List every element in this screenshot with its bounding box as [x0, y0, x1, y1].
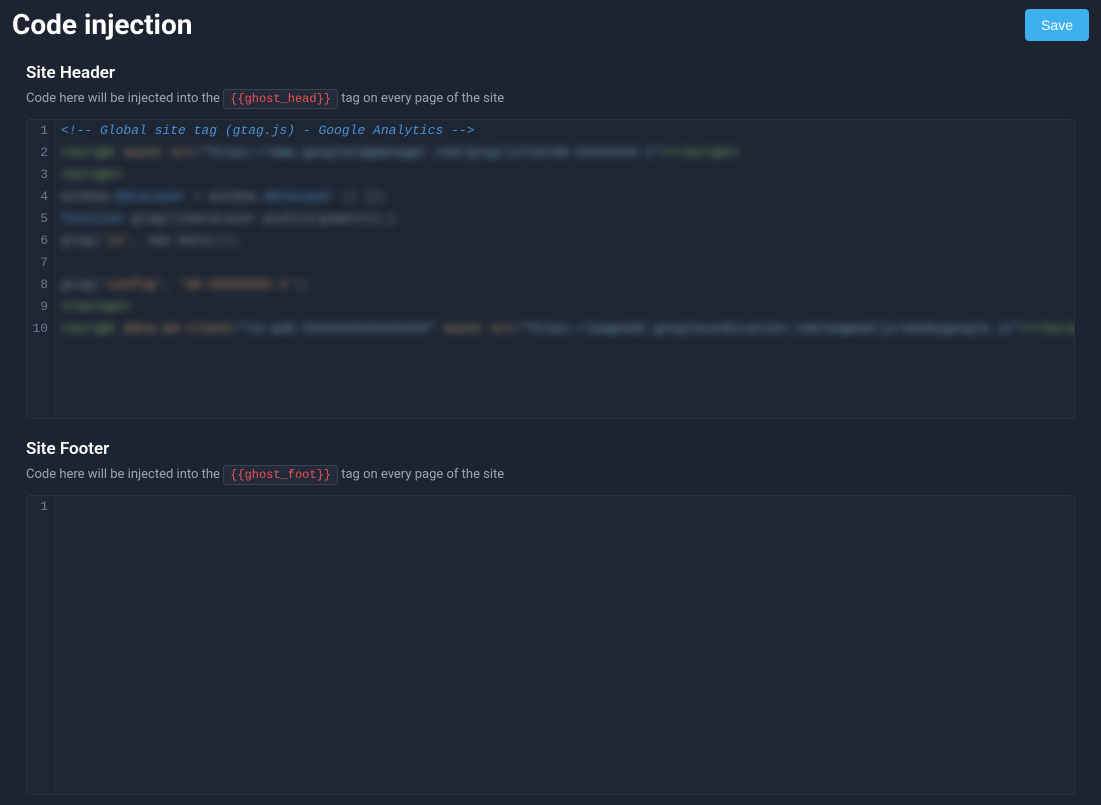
code-content[interactable]: gtag('config', 'UA-XXXXXXXX-1');	[55, 274, 1074, 296]
line-number: 4	[27, 186, 55, 208]
code-line[interactable]: 6 gtag('js', new Date());	[27, 230, 1074, 252]
site-footer-section: Site Footer Code here will be injected i…	[0, 425, 1101, 801]
code-line[interactable]: 2<script async src="https://www.googleta…	[27, 142, 1074, 164]
site-footer-code-editor[interactable]: 1	[26, 495, 1075, 795]
code-content[interactable]: function gtag(){dataLayer.push(arguments…	[55, 208, 1074, 230]
site-header-code-editor[interactable]: 1<!-- Global site tag (gtag.js) - Google…	[26, 119, 1075, 419]
code-injection-page: Code injection Save Site Header Code her…	[0, 0, 1101, 801]
code-content[interactable]: <script async src="https://www.googletag…	[55, 142, 1074, 164]
desc-text-after: tag on every page of the site	[338, 467, 504, 482]
site-footer-title: Site Footer	[26, 439, 1075, 459]
code-content[interactable]: window.dataLayer = window.dataLayer || […	[55, 186, 1074, 208]
code-line[interactable]: 5 function gtag(){dataLayer.push(argumen…	[27, 208, 1074, 230]
code-content[interactable]: </script>	[55, 296, 1074, 318]
code-content[interactable]: <!-- Global site tag (gtag.js) - Google …	[55, 120, 1074, 142]
code-line[interactable]: 8 gtag('config', 'UA-XXXXXXXX-1');	[27, 274, 1074, 296]
code-line[interactable]: 4 window.dataLayer = window.dataLayer ||…	[27, 186, 1074, 208]
desc-text-before: Code here will be injected into the	[26, 91, 223, 106]
page-title: Code injection	[12, 8, 192, 41]
code-content[interactable]: <script>	[55, 164, 1074, 186]
code-line[interactable]: 9</script>	[27, 296, 1074, 318]
code-content[interactable]	[55, 252, 1074, 274]
line-number: 8	[27, 274, 55, 296]
desc-text-after: tag on every page of the site	[338, 91, 504, 106]
line-number: 10	[27, 318, 55, 340]
line-number: 2	[27, 142, 55, 164]
code-line[interactable]: 1	[27, 496, 1074, 518]
code-content[interactable]	[55, 496, 1074, 518]
site-header-title: Site Header	[26, 63, 1075, 83]
code-line[interactable]: 10<script data-ad-client="ca-pub-XXXXXXX…	[27, 318, 1074, 340]
code-line[interactable]: 3<script>	[27, 164, 1074, 186]
line-number: 9	[27, 296, 55, 318]
site-header-description: Code here will be injected into the {{gh…	[26, 89, 1075, 109]
site-footer-description: Code here will be injected into the {{gh…	[26, 465, 1075, 485]
ghost-foot-tag: {{ghost_foot}}	[223, 465, 338, 485]
page-header: Code injection Save	[0, 0, 1101, 49]
code-content[interactable]: gtag('js', new Date());	[55, 230, 1074, 252]
code-content[interactable]: <script data-ad-client="ca-pub-XXXXXXXXX…	[55, 318, 1074, 340]
site-header-section: Site Header Code here will be injected i…	[0, 49, 1101, 425]
line-number: 7	[27, 252, 55, 274]
save-button[interactable]: Save	[1025, 9, 1089, 41]
code-line[interactable]: 1<!-- Global site tag (gtag.js) - Google…	[27, 120, 1074, 142]
line-number: 1	[27, 120, 55, 142]
line-number: 5	[27, 208, 55, 230]
ghost-head-tag: {{ghost_head}}	[223, 89, 338, 109]
line-number: 6	[27, 230, 55, 252]
line-number: 3	[27, 164, 55, 186]
desc-text-before: Code here will be injected into the	[26, 467, 223, 482]
line-number: 1	[27, 496, 55, 518]
code-line[interactable]: 7	[27, 252, 1074, 274]
